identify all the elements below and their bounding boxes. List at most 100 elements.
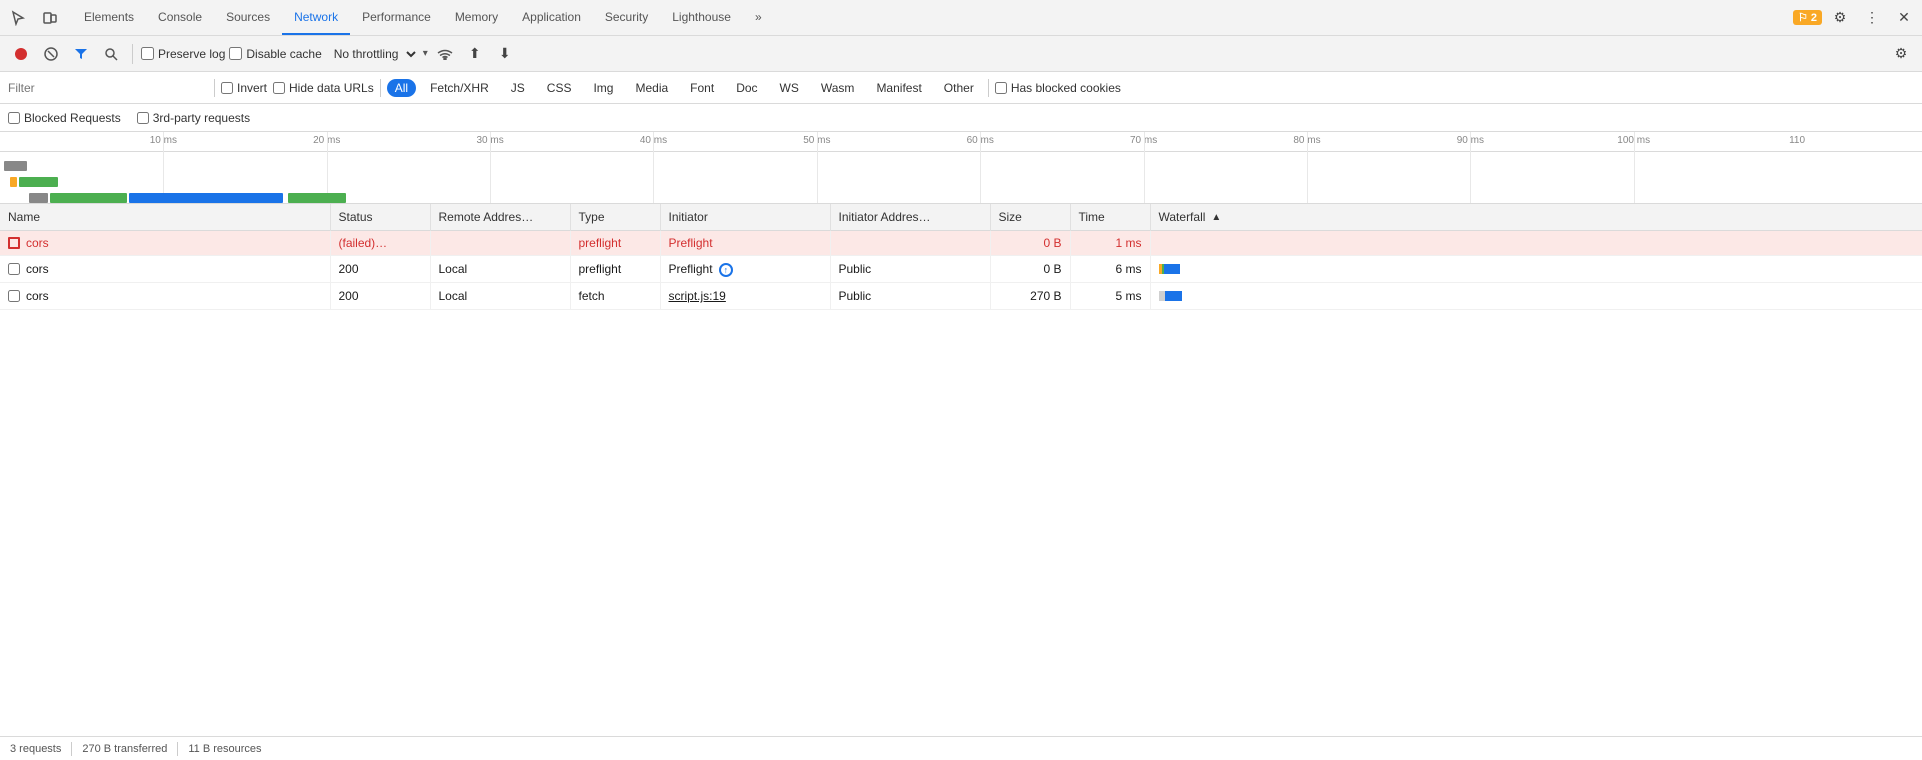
filter-btn-wasm[interactable]: Wasm [813, 79, 863, 97]
timeline-bar-row3-main [129, 193, 283, 203]
tab-console[interactable]: Console [146, 0, 214, 35]
filter-btn-css[interactable]: CSS [539, 79, 580, 97]
timeline-bar-row2-stalled [10, 177, 18, 187]
error-icon [8, 237, 20, 249]
filter-input[interactable] [8, 81, 208, 95]
filter-btn-media[interactable]: Media [627, 79, 676, 97]
tab-sources[interactable]: Sources [214, 0, 282, 35]
device-icon[interactable] [36, 4, 64, 32]
hide-data-urls-checkbox[interactable] [273, 82, 285, 94]
filter-btn-fetch-xhr[interactable]: Fetch/XHR [422, 79, 497, 97]
waterfall-sort-arrow: ▲ [1211, 212, 1221, 223]
th-initiator-address[interactable]: Initiator Addres… [830, 204, 990, 231]
blocked-requests-checkbox[interactable] [8, 112, 20, 124]
network-settings-icon[interactable]: ⚙ [1888, 41, 1914, 67]
search-icon[interactable] [98, 41, 124, 67]
network-table: Name Status Remote Addres… Type Initiato… [0, 204, 1922, 310]
has-blocked-cookies-label[interactable]: Has blocked cookies [995, 81, 1121, 95]
th-initiator[interactable]: Initiator [660, 204, 830, 231]
th-size[interactable]: Size [990, 204, 1070, 231]
th-time[interactable]: Time [1070, 204, 1150, 231]
filter-btn-all[interactable]: All [387, 79, 416, 97]
wf-main [1164, 264, 1180, 274]
tab-elements[interactable]: Elements [72, 0, 146, 35]
td-name-3: cors [0, 283, 330, 310]
filter-btn-ws[interactable]: WS [772, 79, 807, 97]
row2-wf-bars [1159, 261, 1915, 277]
download-icon[interactable]: ⬇ [492, 41, 518, 67]
tab-network[interactable]: Network [282, 0, 350, 35]
table-area[interactable]: Name Status Remote Addres… Type Initiato… [0, 204, 1922, 736]
record-button[interactable] [8, 41, 34, 67]
table-body: cors (failed)… preflight Preflight 0 B 1… [0, 231, 1922, 310]
row2-checkbox[interactable] [8, 263, 20, 275]
status-transferred: 270 B transferred [82, 743, 167, 755]
table-row[interactable]: cors 200 Local fetch script.js:19 Public… [0, 283, 1922, 310]
blocked-requests-label[interactable]: Blocked Requests [8, 111, 121, 125]
th-waterfall-content: Waterfall ▲ [1159, 210, 1915, 224]
status-requests: 3 requests [10, 743, 61, 755]
invert-checkbox[interactable] [221, 82, 233, 94]
row2-time: 6 ms [1070, 256, 1150, 283]
timeline-bars-area [0, 157, 1922, 204]
th-type[interactable]: Type [570, 204, 660, 231]
more-options-icon[interactable]: ⋮ [1858, 4, 1886, 32]
row3-checkbox[interactable] [8, 290, 20, 302]
tab-application[interactable]: Application [510, 0, 593, 35]
table-row[interactable]: cors 200 Local preflight Preflight ↑ Pub… [0, 256, 1922, 283]
wifi-icon[interactable] [432, 41, 458, 67]
row1-status: (failed)… [330, 231, 430, 256]
tab-list: Elements Console Sources Network Perform… [72, 0, 1793, 35]
filter-btn-other[interactable]: Other [936, 79, 982, 97]
tab-overflow[interactable]: » [743, 0, 774, 35]
row3-waterfall [1150, 283, 1922, 310]
tab-lighthouse[interactable]: Lighthouse [660, 0, 743, 35]
filter-icon[interactable] [68, 41, 94, 67]
filter-btn-doc[interactable]: Doc [728, 79, 765, 97]
hide-data-urls-label[interactable]: Hide data URLs [273, 81, 374, 95]
cursor-icon[interactable] [4, 4, 32, 32]
tab-performance[interactable]: Performance [350, 0, 443, 35]
third-party-checkbox[interactable] [137, 112, 149, 124]
tab-security[interactable]: Security [593, 0, 660, 35]
filter-btn-manifest[interactable]: Manifest [868, 79, 929, 97]
row3-time: 5 ms [1070, 283, 1150, 310]
th-remote-address[interactable]: Remote Addres… [430, 204, 570, 231]
filter-btn-font[interactable]: Font [682, 79, 722, 97]
th-status[interactable]: Status [330, 204, 430, 231]
row3-type: fetch [570, 283, 660, 310]
upload-icon[interactable]: ⬆ [462, 41, 488, 67]
td-name-1: cors [0, 231, 330, 256]
preserve-log-label[interactable]: Preserve log [141, 47, 225, 61]
blocked-bar: Blocked Requests 3rd-party requests [0, 104, 1922, 132]
filter-btn-js[interactable]: JS [503, 79, 533, 97]
tab-memory[interactable]: Memory [443, 0, 510, 35]
row2-status: 200 [330, 256, 430, 283]
tab-bar-right: ⚐ 2 ⚙ ⋮ ✕ [1793, 4, 1918, 32]
invert-label[interactable]: Invert [221, 81, 267, 95]
clear-button[interactable] [38, 41, 64, 67]
row3-initiator: script.js:19 [660, 283, 830, 310]
settings-icon[interactable]: ⚙ [1826, 4, 1854, 32]
has-blocked-cookies-checkbox[interactable] [995, 82, 1007, 94]
row2-initiator: Preflight ↑ [660, 256, 830, 283]
preserve-log-checkbox[interactable] [141, 47, 154, 60]
filter-btn-img[interactable]: Img [585, 79, 621, 97]
filter-bar: Invert Hide data URLs All Fetch/XHR JS C… [0, 72, 1922, 104]
disable-cache-label[interactable]: Disable cache [229, 47, 321, 61]
throttle-select[interactable]: No throttling [326, 44, 419, 64]
status-resources: 11 B resources [188, 743, 261, 755]
tab-bar-icons [4, 4, 64, 32]
third-party-label[interactable]: 3rd-party requests [137, 111, 250, 125]
issue-badge[interactable]: ⚐ 2 [1793, 10, 1822, 25]
row2-type: preflight [570, 256, 660, 283]
td-name-2: cors [0, 256, 330, 283]
row1-size: 0 B [990, 231, 1070, 256]
toolbar-separator-1 [132, 44, 133, 64]
th-waterfall[interactable]: Waterfall ▲ [1150, 204, 1922, 231]
th-name[interactable]: Name [0, 204, 330, 231]
table-row[interactable]: cors (failed)… preflight Preflight 0 B 1… [0, 231, 1922, 256]
row3-size: 270 B [990, 283, 1070, 310]
disable-cache-checkbox[interactable] [229, 47, 242, 60]
close-icon[interactable]: ✕ [1890, 4, 1918, 32]
